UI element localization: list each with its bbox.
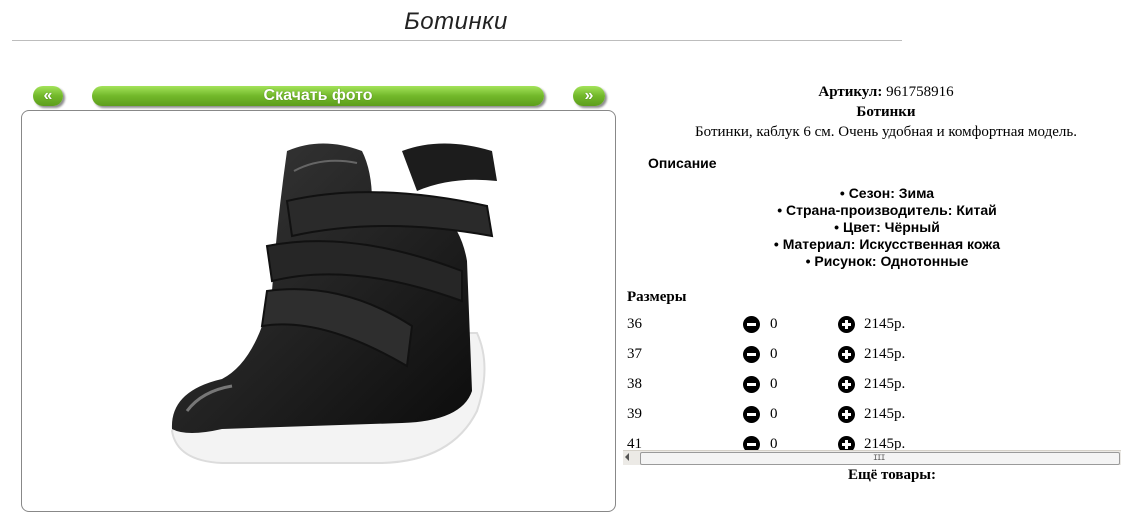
size-value: 39 — [627, 406, 642, 422]
boot-image — [170, 143, 497, 464]
price-value: 2145р. — [864, 346, 906, 362]
property-text: Сезон: Зима — [848, 185, 935, 201]
scroll-left-icon[interactable] — [625, 453, 629, 461]
product-info: Артикул: 961758916 Ботинки Ботинки, кабл… — [622, 82, 1121, 142]
quantity-value: 0 — [770, 406, 778, 422]
download-photo-button[interactable]: Скачать фото — [92, 86, 544, 106]
property-item: • Рисунок: Однотонные — [805, 253, 969, 269]
sku-label: Артикул: — [818, 84, 883, 100]
minus-icon[interactable] — [743, 376, 760, 393]
more-products-heading: Ещё товары: — [847, 467, 937, 483]
property-item: • Цвет: Чёрный — [834, 219, 940, 235]
title-divider — [12, 40, 902, 41]
grip-icon: III — [873, 454, 885, 463]
property-item: • Страна-производитель: Китай — [777, 202, 997, 218]
size-value: 36 — [627, 316, 642, 332]
next-photo-button[interactable]: » — [573, 86, 605, 106]
minus-icon[interactable] — [743, 406, 760, 423]
plus-icon[interactable] — [838, 406, 855, 423]
size-row: 39 0 2145р. — [627, 399, 1121, 429]
description-heading: Описание — [648, 155, 717, 171]
sizes-heading: Размеры — [627, 289, 687, 305]
product-name-text: Ботинки — [856, 104, 916, 120]
quantity-value: 0 — [770, 436, 778, 450]
minus-icon[interactable] — [743, 436, 760, 450]
size-row: 37 0 2145р. — [627, 339, 1121, 369]
plus-icon[interactable] — [838, 316, 855, 333]
property-item: • Материал: Искусственная кожа — [773, 236, 1001, 252]
property-text: Страна-производитель: Китай — [786, 202, 997, 218]
quantity-value: 0 — [770, 346, 778, 362]
price-value: 2145р. — [864, 406, 906, 422]
property-text: Цвет: Чёрный — [842, 219, 940, 235]
size-value: 41 — [627, 436, 642, 450]
size-value: 38 — [627, 376, 642, 392]
quantity-value: 0 — [770, 316, 778, 332]
plus-icon[interactable] — [838, 376, 855, 393]
size-value: 37 — [627, 346, 642, 362]
sku-value: 961758916 — [886, 84, 954, 100]
product-photo[interactable] — [21, 110, 616, 512]
sizes-table[interactable]: 36 0 2145р. 37 0 2145р. 38 0 2145р. 39 0… — [627, 309, 1121, 450]
minus-icon[interactable] — [743, 346, 760, 363]
property-list: • Сезон: Зима • Страна-производитель: Ки… — [627, 185, 1121, 270]
price-value: 2145р. — [864, 436, 906, 450]
size-row: 41 0 2145р. — [627, 429, 1121, 450]
product-name: Ботинки — [622, 102, 1121, 122]
property-item: • Сезон: Зима — [839, 185, 935, 201]
property-text: Материал: Искусственная кожа — [782, 236, 1001, 252]
plus-icon[interactable] — [838, 346, 855, 363]
size-row: 36 0 2145р. — [627, 309, 1121, 339]
property-text: Рисунок: Однотонные — [814, 253, 969, 269]
scrollbar-thumb[interactable]: III — [640, 452, 1120, 465]
sku-line: Артикул: 961758916 — [622, 82, 1121, 102]
page-title: Ботинки — [404, 8, 508, 35]
minus-icon[interactable] — [743, 316, 760, 333]
price-value: 2145р. — [864, 316, 906, 332]
quantity-value: 0 — [770, 376, 778, 392]
product-summary: Ботинки, каблук 6 см. Очень удобная и ко… — [695, 124, 1077, 140]
plus-icon[interactable] — [838, 436, 855, 450]
price-value: 2145р. — [864, 376, 906, 392]
horizontal-scrollbar[interactable]: III — [623, 450, 1121, 465]
prev-photo-button[interactable]: « — [33, 86, 63, 106]
size-row: 38 0 2145р. — [627, 369, 1121, 399]
